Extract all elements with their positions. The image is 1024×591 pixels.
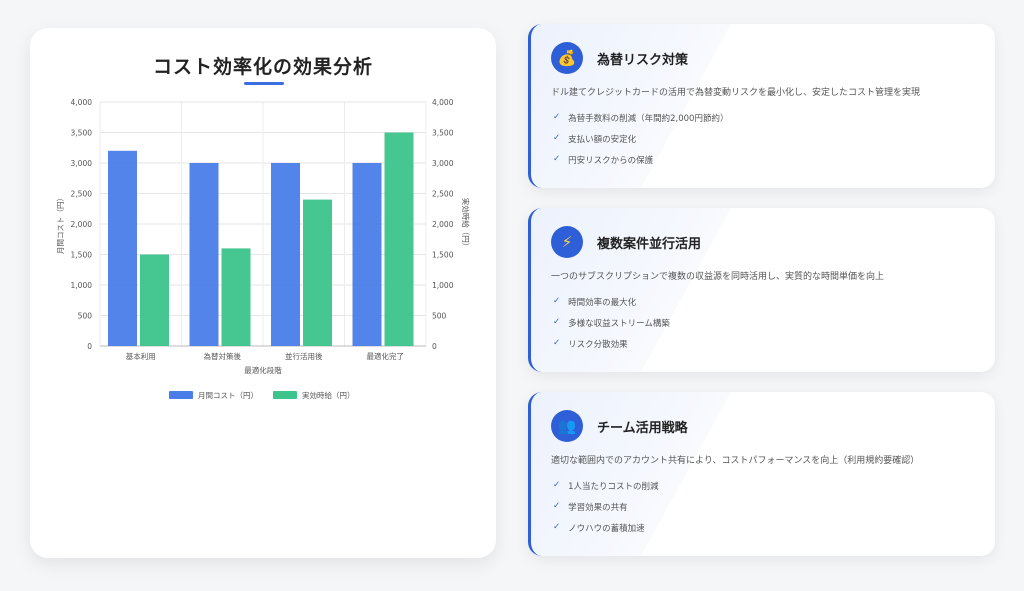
y-tick-right: 0 [432,342,437,351]
y-tick-left: 2,000 [71,220,93,229]
list-item-text: リスク分散効果 [568,340,628,350]
y-axis-label-left: 月間コスト（円） [56,194,65,254]
team-icon: 👥 [551,410,583,442]
y-tick-right: 3,000 [432,159,454,168]
y-tick-right: 2,500 [432,190,454,199]
list-item: ✓ リスク分散効果 [553,338,670,359]
x-axis-label: 最適化段階 [244,365,282,375]
y-tick-left: 1,500 [71,251,93,260]
bar-hourly [384,132,414,346]
list-item-text: 為替手数料の削減（年間約2,000円節約） [568,114,729,124]
legend-swatch [169,391,193,399]
check-icon: ✓ [553,522,561,532]
y-tick-left: 3,000 [71,159,93,168]
check-icon: ✓ [553,154,561,164]
list-item: ✓ 支払い額の安定化 [553,133,728,154]
y-tick-left: 1,000 [71,281,93,290]
list-item-text: 多様な収益ストリーム構築 [568,319,670,329]
lightning-icon: ⚡ [551,226,583,258]
money-bag-icon: 💰 [551,42,583,74]
card-title: チーム活用戦略 [597,421,688,436]
check-icon: ✓ [553,501,561,511]
y-tick-left: 0 [87,342,92,351]
list-item: ✓ 時間効率の最大化 [553,296,670,317]
check-icon: ✓ [553,296,561,306]
card-currency-risk: 💰 為替リスク対策 ドル建てクレジットカードの活用で為替変動リスクを最小化し、安… [528,24,995,188]
list-item: ✓ ノウハウの蓄積加速 [553,522,659,543]
card-team-strategy: 👥 チーム活用戦略 適切な範囲内でのアカウント共有により、コストパフォーマンスを… [528,392,995,556]
y-tick-right: 2,000 [432,220,454,229]
y-tick-right: 4,000 [432,98,454,107]
list-item: ✓ 1人当たりコストの削減 [553,480,659,501]
check-icon: ✓ [553,480,561,490]
card-description: ドル建てクレジットカードの活用で為替変動リスクを最小化し、安定したコスト管理を実… [551,88,921,98]
legend-label: 月間コスト（円） [198,391,258,400]
card-parallel-use: ⚡ 複数案件並行活用 一つのサブスクリプションで複数の収益源を同時活用し、実質的… [528,208,995,372]
x-tick-label: 並行活用後 [285,351,323,361]
bar-chart: 0 0 500 500 1,000 1,000 1,500 1,500 2,000 2,000 2,… [56,98,471,400]
check-icon: ✓ [553,112,561,122]
y-tick-right: 3,500 [432,129,454,138]
y-tick-right: 1,000 [432,281,454,290]
list-item-text: 支払い額の安定化 [568,135,637,145]
bar-cost [189,163,219,346]
bar-hourly [140,254,169,346]
check-icon: ✓ [553,338,561,348]
bar-hourly [303,199,332,346]
bar-cost [271,163,300,346]
y-tick-left: 3,500 [71,129,93,138]
y-tick-right: 1,500 [432,251,454,260]
card-benefit-list: ✓ 為替手数料の削減（年間約2,000円節約） ✓ 支払い額の安定化 ✓ 円安リスクか… [553,112,728,175]
y-tick-left: 500 [78,312,93,321]
y-tick-left: 2,500 [71,190,93,199]
chart-card: コスト効率化の効果分析 0 0 500 500 1,000 1,000 1,500 1,500… [30,28,496,558]
check-icon: ✓ [553,317,561,327]
card-description: 一つのサブスクリプションで複数の収益源を同時活用し、実質的な時間単価を向上 [551,272,885,282]
x-tick-label: 基本利用 [126,351,156,361]
check-icon: ✓ [553,133,561,143]
card-benefit-list: ✓ 1人当たりコストの削減 ✓ 学習効果の共有 ✓ ノウハウの蓄積加速 [553,480,659,543]
list-item: ✓ 多様な収益ストリーム構築 [553,317,670,338]
list-item: ✓ 為替手数料の削減（年間約2,000円節約） [553,112,728,133]
card-title: 複数案件並行活用 [597,237,702,252]
card-benefit-list: ✓ 時間効率の最大化 ✓ 多様な収益ストリーム構築 ✓ リスク分散効果 [553,296,670,359]
y-axis-label-right: 実効時給（円） [461,198,471,251]
card-description: 適切な範囲内でのアカウント共有により、コストパフォーマンスを向上（利用規約要確認… [551,456,920,466]
list-item-text: 学習効果の共有 [568,503,628,513]
legend-label: 実効時給（円） [302,390,355,400]
y-tick-right: 500 [432,312,447,321]
card-title: 為替リスク対策 [597,53,689,68]
x-tick-label: 為替対策後 [204,351,242,361]
bar-cost [352,163,382,346]
list-item: ✓ 学習効果の共有 [553,501,659,522]
list-item: ✓ 円安リスクからの保護 [553,154,728,175]
list-item-text: 時間効率の最大化 [568,298,637,308]
legend-swatch [273,391,297,399]
bar-cost [108,150,137,346]
list-item-text: ノウハウの蓄積加速 [568,524,645,534]
list-item-text: 1人当たりコストの削減 [568,482,659,492]
list-item-text: 円安リスクからの保護 [568,156,654,166]
x-tick-label: 最適化完了 [367,351,405,361]
bar-hourly [221,248,251,346]
y-tick-left: 4,000 [71,98,93,107]
